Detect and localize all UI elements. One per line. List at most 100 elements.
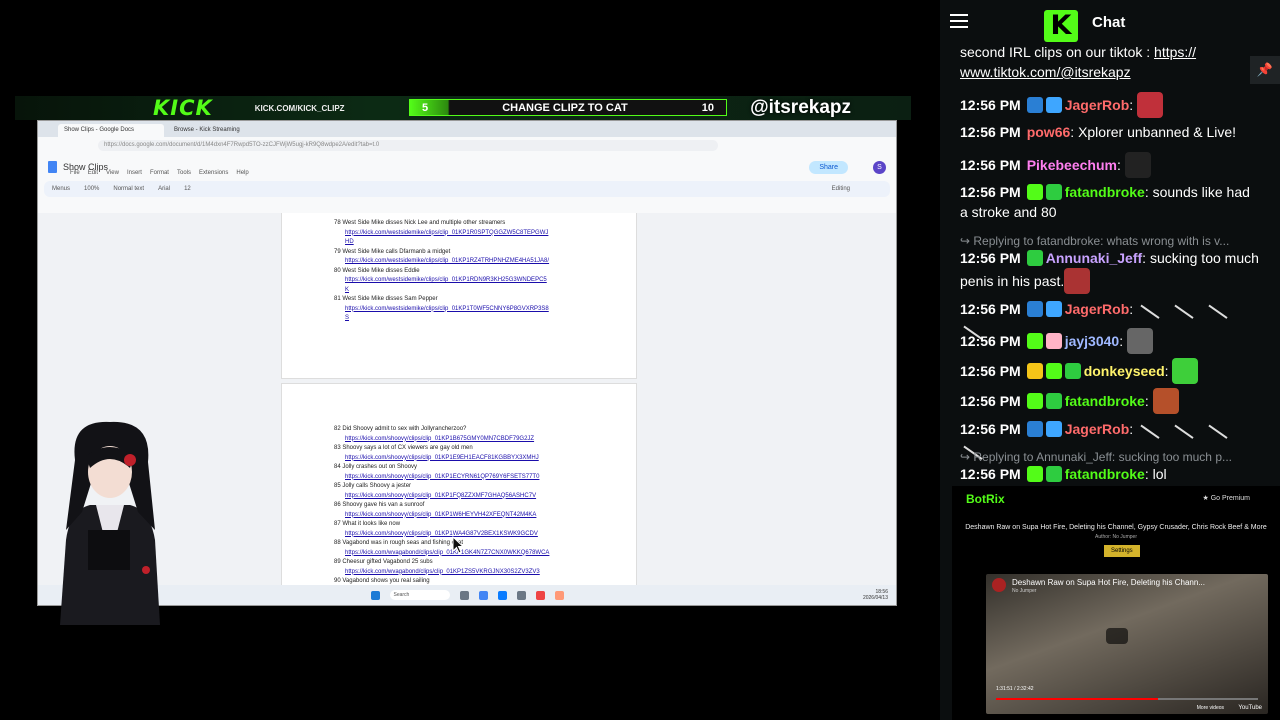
tiktok-link-part1[interactable]: https:// — [1154, 44, 1196, 60]
address-bar[interactable]: https://docs.google.com/document/d/1M4dx… — [38, 137, 896, 153]
doc-link[interactable]: https://kick.com/westsidemike/clips/clip… — [345, 306, 549, 312]
browser-tabs: Show Clips - Google Docs Browse - Kick S… — [38, 121, 896, 137]
taskbar-app-icon[interactable] — [497, 590, 507, 600]
goal-current: 5 — [422, 101, 429, 114]
doc-link[interactable]: https://kick.com/westsidemike/clips/clip… — [345, 277, 547, 283]
taskbar-app-icon[interactable] — [535, 590, 545, 600]
settings-button[interactable]: Settings — [1104, 545, 1140, 557]
chat-username[interactable]: fatandbroke — [1065, 393, 1145, 409]
menu-insert[interactable]: Insert — [127, 170, 142, 176]
tab-kick[interactable]: Browse - Kick Streaming — [168, 124, 274, 137]
style-select[interactable]: Normal text — [113, 186, 144, 192]
chat-username[interactable]: JagerRob — [1065, 301, 1130, 317]
docs-header: Show Clips File Edit View Insert Format … — [38, 153, 896, 181]
message-time: 12:56 PM — [960, 466, 1021, 482]
menu-help[interactable]: Help — [236, 170, 248, 176]
menu-view[interactable]: View — [106, 170, 119, 176]
message-time: 12:56 PM — [960, 421, 1021, 437]
chat-username[interactable]: pow66 — [1027, 124, 1071, 140]
chat-username[interactable]: donkeyseed — [1084, 363, 1165, 379]
go-premium-link[interactable]: ★ Go Premium — [1202, 494, 1250, 502]
font-size-input[interactable]: 12 — [184, 186, 191, 192]
chat-message[interactable]: 12:56 PM fatandbroke: — [960, 388, 1260, 414]
doc-link[interactable]: HD — [345, 239, 354, 245]
url-input[interactable]: https://docs.google.com/document/d/1M4dx… — [98, 139, 718, 151]
botrix-title: BotRix — [966, 492, 1005, 506]
menu-edit[interactable]: Edit — [88, 170, 98, 176]
doc-link[interactable]: S — [345, 315, 349, 321]
doc-text-line: 85 Jolly calls Shoovy a jester — [334, 483, 412, 489]
menu-format[interactable]: Format — [150, 170, 169, 176]
chat-message[interactable]: 12:56 PM pow66: Xplorer unbanned & Live! — [960, 122, 1260, 142]
font-select[interactable]: Arial — [158, 186, 170, 192]
doc-link[interactable]: K — [345, 287, 349, 293]
emote-icon — [1172, 358, 1199, 384]
chat-username[interactable]: Pikebeechum — [1027, 157, 1117, 173]
play-icon[interactable] — [1106, 628, 1128, 644]
taskbar-search[interactable]: Search — [389, 590, 450, 600]
goal-target: 10 — [701, 101, 714, 114]
chat-message[interactable]: 12:56 PM Pikebeechum: — [960, 152, 1260, 178]
chat-username[interactable]: JagerRob — [1065, 421, 1130, 437]
doc-link[interactable]: https://kick.com/shoovy/clips/clip_01KP1… — [345, 436, 534, 442]
doc-link[interactable]: https://kick.com/shoovy/clips/clip_01KP1… — [345, 474, 539, 480]
doc-link[interactable]: https://kick.com/shoovy/clips/clip_01KP1… — [345, 493, 536, 499]
chat-username[interactable]: fatandbroke — [1065, 184, 1145, 200]
chat-username[interactable]: fatandbroke — [1065, 466, 1145, 482]
docs-menubar: File Edit View Insert Format Tools Exten… — [70, 170, 249, 176]
menu-icon[interactable] — [950, 14, 968, 28]
more-videos-link[interactable]: More videos — [1197, 705, 1224, 711]
doc-link[interactable]: https://kick.com/shoovy/clips/clip_01KP1… — [345, 455, 539, 461]
user-badge-icon — [1045, 363, 1062, 379]
taskbar-app-icon[interactable] — [516, 590, 526, 600]
pin-icon[interactable]: 📌 — [1250, 56, 1280, 84]
user-badge-icon — [1064, 363, 1081, 379]
zoom-select[interactable]: 100% — [84, 186, 99, 192]
kick-logo: KICK — [153, 96, 213, 120]
menu-extensions[interactable]: Extensions — [199, 170, 228, 176]
taskbar-clock: 18:56 2026/04/13 — [863, 589, 888, 601]
user-badge-icon — [1045, 301, 1062, 317]
chat-username[interactable]: Annunaki_Jeff — [1046, 250, 1142, 266]
message-time: 12:56 PM — [960, 333, 1021, 349]
taskbar-app-icon[interactable] — [459, 590, 469, 600]
taskbar-app-icon[interactable] — [554, 590, 564, 600]
doc-link[interactable]: https://kick.com/westsidemike/clips/clip… — [345, 230, 548, 236]
account-avatar[interactable]: S — [873, 161, 886, 174]
doc-link[interactable]: https://kick.com/wvagabond/clips/clip_01… — [345, 569, 540, 575]
taskbar-app-icon[interactable] — [478, 590, 488, 600]
doc-link[interactable]: https://kick.com/shoovy/clips/clip_01KP1… — [345, 512, 536, 518]
tiktok-link[interactable]: www.tiktok.com/@itsrekapz — [960, 64, 1131, 80]
chat-message[interactable]: 12:56 PM donkeyseed: — [960, 358, 1260, 384]
share-button[interactable]: Share — [809, 161, 848, 174]
message-time: 12:56 PM — [960, 250, 1021, 266]
video-title: Deshawn Raw on Supa Hot Fire, Deleting h… — [1012, 578, 1205, 587]
slash-emote-icon — [1140, 293, 1168, 319]
editing-mode-select[interactable]: Editing — [832, 186, 850, 192]
user-badge-icon — [1026, 97, 1043, 113]
menu-file[interactable]: File — [70, 170, 80, 176]
tab-google-docs[interactable]: Show Clips - Google Docs — [58, 124, 164, 137]
message-time: 12:56 PM — [960, 301, 1021, 317]
chat-message[interactable]: 12:56 PM jayj3040: — [960, 328, 1260, 354]
menu-tools[interactable]: Tools — [177, 170, 191, 176]
youtube-player[interactable]: Deshawn Raw on Supa Hot Fire, Deleting h… — [986, 574, 1268, 714]
chat-message[interactable]: 12:56 PM Annunaki_Jeff: sucking too much … — [960, 248, 1260, 294]
chat-username[interactable]: JagerRob — [1065, 97, 1130, 113]
doc-link[interactable]: https://kick.com/westsidemike/clips/clip… — [345, 258, 549, 264]
chat-message[interactable]: 12:56 PM JagerRob: — [960, 92, 1260, 118]
youtube-logo[interactable]: YouTube — [1238, 705, 1262, 711]
video-progress[interactable] — [996, 698, 1258, 700]
doc-link[interactable]: https://kick.com/shoovy/clips/clip_01KP1… — [345, 531, 538, 537]
slash-emote-icon — [1174, 293, 1202, 319]
doc-text-line: 83 Shoovy says a lot of CX viewers are g… — [334, 445, 473, 451]
chat-message[interactable]: 12:56 PM fatandbroke: sounds like had a s… — [960, 182, 1260, 222]
reply-text: ↪ Replying to Annunaki_Jeff: sucking too… — [960, 450, 1232, 464]
menus-search[interactable]: Menus — [52, 186, 70, 192]
chat-message[interactable]: 12:56 PM fatandbroke: lol — [960, 464, 1260, 484]
user-badge-icon — [1026, 466, 1043, 482]
start-icon[interactable] — [370, 590, 380, 600]
doc-link[interactable]: https://kick.com/wvagabond/clips/clip_01… — [345, 550, 549, 556]
chat-username[interactable]: jayj3040 — [1065, 333, 1120, 349]
emote-icon — [1152, 388, 1179, 414]
